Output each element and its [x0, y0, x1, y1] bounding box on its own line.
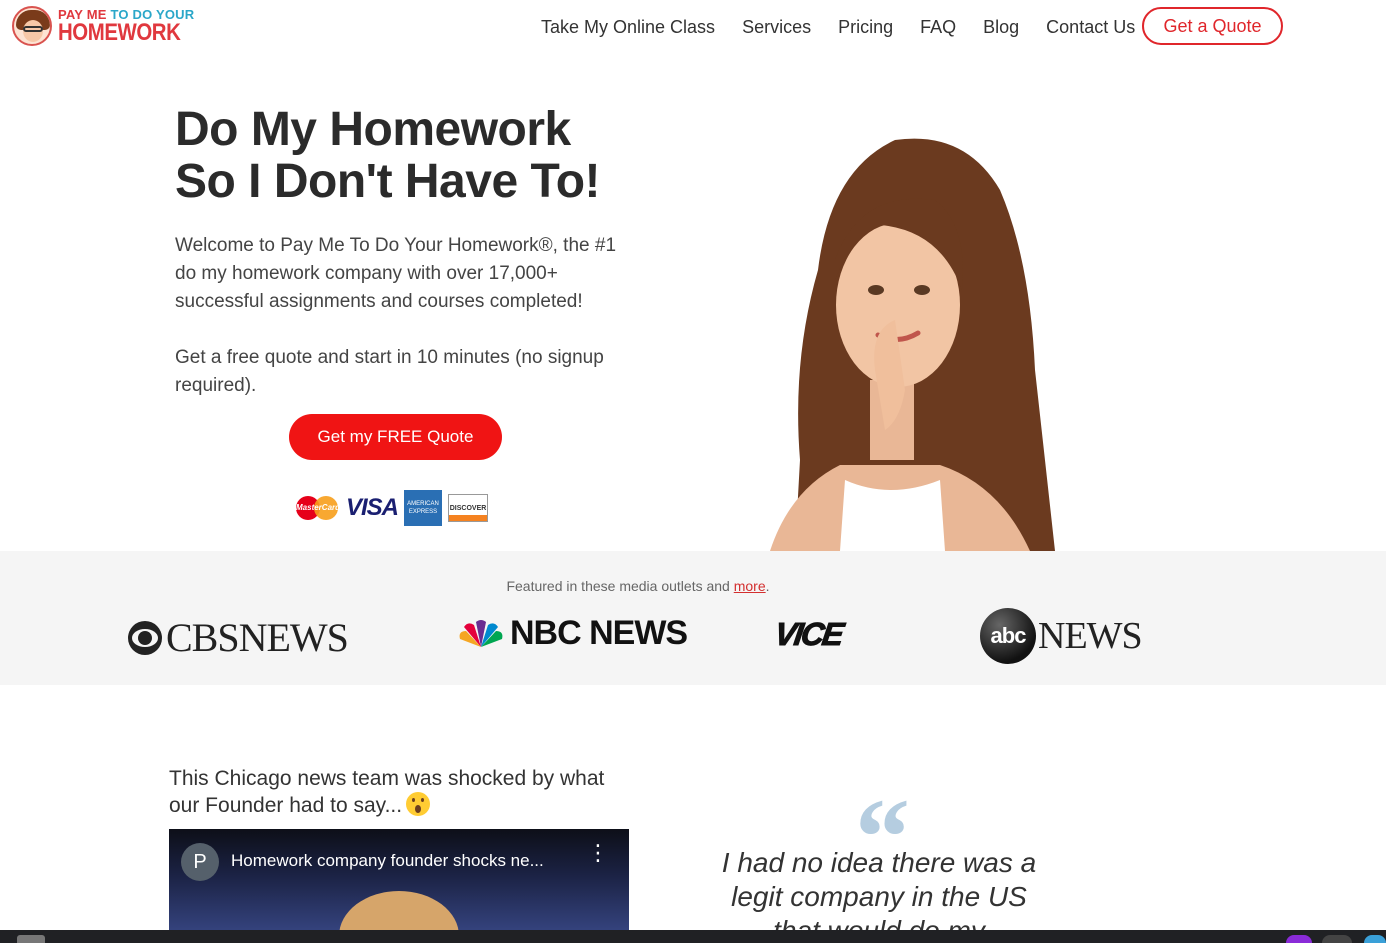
get-a-quote-button[interactable]: Get a Quote — [1142, 7, 1283, 45]
hero-title-line2: So I Don't Have To! — [175, 155, 601, 208]
nav-contact-us[interactable]: Contact Us — [1046, 16, 1135, 38]
taskbar-item[interactable] — [17, 935, 45, 943]
video-menu-icon[interactable]: ⋮ — [587, 842, 609, 864]
video-title[interactable]: Homework company founder shocks ne... — [231, 851, 544, 871]
visa-icon: VISA — [346, 494, 399, 521]
mastercard-icon: MasterCard — [296, 494, 340, 522]
nav-faq[interactable]: FAQ — [920, 16, 956, 38]
hero-cta-text: Get a free quote and start in 10 minutes… — [175, 347, 604, 396]
abc-ball-icon: abc — [980, 608, 1036, 664]
astonished-emoji-icon — [406, 792, 431, 816]
nbc-news-logo: NBC NEWS — [456, 614, 688, 653]
media-featured-text: Featured in these media outlets and more… — [506, 578, 770, 594]
video-player[interactable]: P Homework company founder shocks ne... … — [169, 829, 629, 943]
video-heading: This Chicago news team was shocked by wh… — [169, 767, 605, 817]
taskbar-item[interactable] — [1286, 935, 1312, 943]
main-nav: Take My Online Class Services Pricing FA… — [541, 16, 1162, 38]
page: PAY ME TO DO YOUR HOMEWORK Take My Onlin… — [0, 0, 1386, 943]
nav-blog[interactable]: Blog — [983, 16, 1019, 38]
free-quote-button[interactable]: Get my FREE Quote — [289, 414, 502, 460]
testimonial-text: I had no idea there was a legit company … — [721, 847, 1037, 943]
nav-take-my-online-class[interactable]: Take My Online Class — [541, 16, 715, 38]
payment-cards: MasterCard VISA AMERICAN EXPRESS DISCOVE… — [296, 490, 489, 526]
hero-intro-text: Welcome to Pay Me To Do Your Homework®, … — [175, 235, 617, 312]
discover-icon: DISCOVER — [448, 494, 489, 522]
amex-icon: AMERICAN EXPRESS — [404, 490, 443, 526]
logo-text-bottom: HOMEWORK — [58, 18, 181, 46]
cbs-eye-icon — [128, 620, 162, 655]
vice-logo: VICE — [772, 616, 845, 653]
taskbar — [0, 930, 1386, 943]
hero-girl-image — [770, 138, 1055, 551]
taskbar-item[interactable] — [1364, 935, 1386, 943]
abc-news-logo: abc NEWS — [980, 608, 1143, 664]
nbc-peacock-icon — [459, 619, 503, 647]
nav-pricing[interactable]: Pricing — [838, 16, 893, 38]
hero-title: Do My Homework So I Don't Have To! — [175, 103, 601, 208]
nav-services[interactable]: Services — [742, 16, 811, 38]
channel-avatar[interactable]: P — [181, 843, 219, 881]
logo-mascot-icon — [12, 6, 52, 46]
media-more-link[interactable]: more — [734, 578, 766, 594]
hero-title-line1: Do My Homework — [175, 103, 571, 156]
site-logo[interactable]: PAY ME TO DO YOUR HOMEWORK — [12, 6, 202, 46]
cbs-news-logo: CBSNEWS — [128, 614, 349, 661]
taskbar-item[interactable] — [1322, 935, 1352, 943]
